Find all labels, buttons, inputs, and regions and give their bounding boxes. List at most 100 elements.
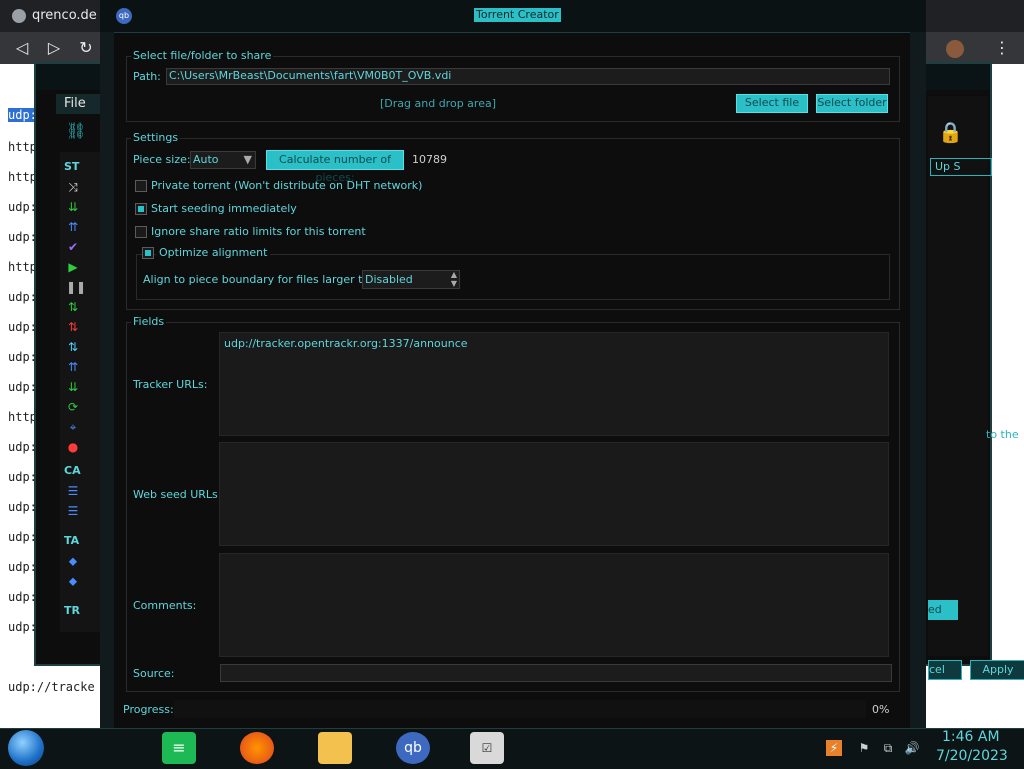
path-label: Path: [133,70,161,83]
start-button[interactable] [8,730,44,766]
browser-tab[interactable]: qrenco.de [6,4,104,28]
chevron-down-icon: ▼ [243,153,252,166]
upload-icon[interactable]: ⇈ [66,220,80,234]
optimize-alignment-label[interactable]: Optimize alignment [156,246,271,260]
ignore-ratio-checkbox[interactable] [135,226,147,238]
dialog-titlebar: qb Torrent Creator [100,0,926,33]
back-button[interactable]: ◁ [10,36,34,60]
partial-text: to the [986,428,1019,441]
optimize-alignment-checkbox[interactable] [142,247,154,259]
clock-date[interactable]: 7/20/2023 [936,748,1008,764]
globe-icon [12,8,26,23]
firefox-icon[interactable] [240,732,274,764]
page-line: udp: [8,200,37,214]
tag-icon[interactable]: ⬥ [66,554,80,568]
download-icon[interactable]: ⇊ [66,200,80,214]
reload-button[interactable]: ↻ [74,36,98,60]
private-torrent-label[interactable]: Private torrent (Won't distribute on DHT… [151,179,422,193]
stalled-up-icon[interactable]: ⇈ [66,360,80,374]
comments-textarea[interactable] [219,553,889,657]
check-icon[interactable]: ✔ [66,240,80,254]
page-line: http [8,260,37,274]
qbittorrent-icon: qb [116,8,132,24]
page-line: udp: [8,350,37,364]
forward-button[interactable]: ▷ [42,36,66,60]
frame-left [100,32,114,730]
list-icon[interactable]: ☰ [66,504,80,518]
task-icon[interactable]: ☑ [470,732,504,764]
volume-icon[interactable]: 🔊 [904,740,920,756]
web-seed-urls-textarea[interactable] [219,442,889,546]
page-line: udp: [8,470,37,484]
page-line: http [8,410,37,424]
shuffle-icon[interactable]: ⤨ [66,180,80,194]
progress-label: Progress: [123,703,174,716]
list-icon[interactable]: ☰ [66,484,80,498]
piece-size-value: Auto [193,153,219,166]
page-line: udp://tracke [8,680,95,694]
page-line: udp: [8,620,37,634]
page-line: udp: [8,290,37,304]
frame-right [910,32,926,730]
qbittorrent-taskbar-icon[interactable]: qb [396,732,430,764]
lock-icon[interactable]: 🔒 [938,120,963,146]
flag-icon[interactable]: ⚑ [856,740,872,756]
pause-icon[interactable]: ❚❚ [66,280,86,294]
stalled-icon[interactable]: ⇅ [66,340,80,354]
notes-app-icon[interactable]: ≡ [162,732,196,764]
clock-time[interactable]: 1:46 AM [942,729,1000,745]
page-line: udp: [8,320,37,334]
cancel-button[interactable]: cel [928,660,962,680]
ignore-ratio-label[interactable]: Ignore share ratio limits for this torre… [151,225,366,239]
inactive-icon[interactable]: ⇅ [66,320,80,334]
page-line: udp: [8,590,37,604]
apply-button[interactable]: Apply [970,660,1024,680]
settings-group-title: Settings [131,131,181,145]
tracker-urls-textarea[interactable]: udp://tracker.opentrackr.org:1337/announ… [219,332,889,436]
speed-button[interactable]: ed [928,600,958,620]
error-icon[interactable]: ● [66,440,80,454]
browser-menu-button[interactable]: ⋮ [990,36,1014,60]
browser-tab-title: qrenco.de [32,8,97,23]
network-icon[interactable]: ⧉ [880,740,896,756]
file-explorer-icon[interactable] [318,732,352,764]
align-boundary-value: Disabled [365,273,413,286]
align-boundary-spinbox[interactable]: Disabled ▲ ▼ [362,270,460,289]
calculate-pieces-button[interactable]: Calculate number of pieces: [266,150,404,184]
tray-app-icon[interactable]: ⚡ [826,740,842,756]
main-right-panel [928,96,988,656]
page-line: http [8,140,37,154]
start-seeding-label[interactable]: Start seeding immediately [151,202,297,216]
piece-size-select[interactable]: Auto ▼ [190,151,256,169]
spin-arrows-icon[interactable]: ▲ ▼ [451,271,457,288]
up-speed-column-header[interactable]: Up S [930,158,992,176]
drag-drop-area[interactable]: [Drag and drop area] [380,97,496,111]
start-seeding-checkbox[interactable] [135,203,147,215]
checking-icon[interactable]: ⟳ [66,400,80,414]
stalled-down-icon[interactable]: ⇊ [66,380,80,394]
sidebar-head-status[interactable]: ST [64,160,79,173]
play-icon[interactable]: ▶ [66,260,80,274]
filters-sidebar: ⛓ ST ⤨ ⇊ ⇈ ✔ ▶ ❚❚ ⇅ ⇅ ⇅ ⇈ ⇊ ⟳ ⌖ ● CA ☰ ☰… [60,123,100,632]
web-seed-urls-label: Web seed URLs: [133,488,222,501]
moving-icon[interactable]: ⌖ [66,420,80,434]
sidebar-head-tags[interactable]: TA [64,534,79,547]
align-boundary-label: Align to piece boundary for files larger… [143,273,387,286]
link-icon[interactable]: ⛓ [66,123,86,139]
progress-bar [174,700,866,718]
sidebar-head-categories[interactable]: CA [64,464,81,477]
file-folder-group-title: Select file/folder to share [131,49,274,63]
tag-icon[interactable]: ⬥ [66,574,80,588]
path-input[interactable]: C:\Users\MrBeast\Documents\fart\VM0B0T_O… [166,68,890,85]
comments-label: Comments: [133,599,197,612]
active-icon[interactable]: ⇅ [66,300,80,314]
select-file-button[interactable]: Select file [736,94,808,113]
fields-group-title: Fields [131,315,167,329]
sidebar-head-trackers[interactable]: TR [64,604,80,617]
select-folder-button[interactable]: Select folder [816,94,888,113]
private-torrent-checkbox[interactable] [135,180,147,192]
piece-size-label: Piece size: [133,153,191,166]
source-input[interactable] [220,664,892,682]
profile-avatar[interactable] [946,40,964,58]
pieces-count: 10789 [412,153,447,166]
